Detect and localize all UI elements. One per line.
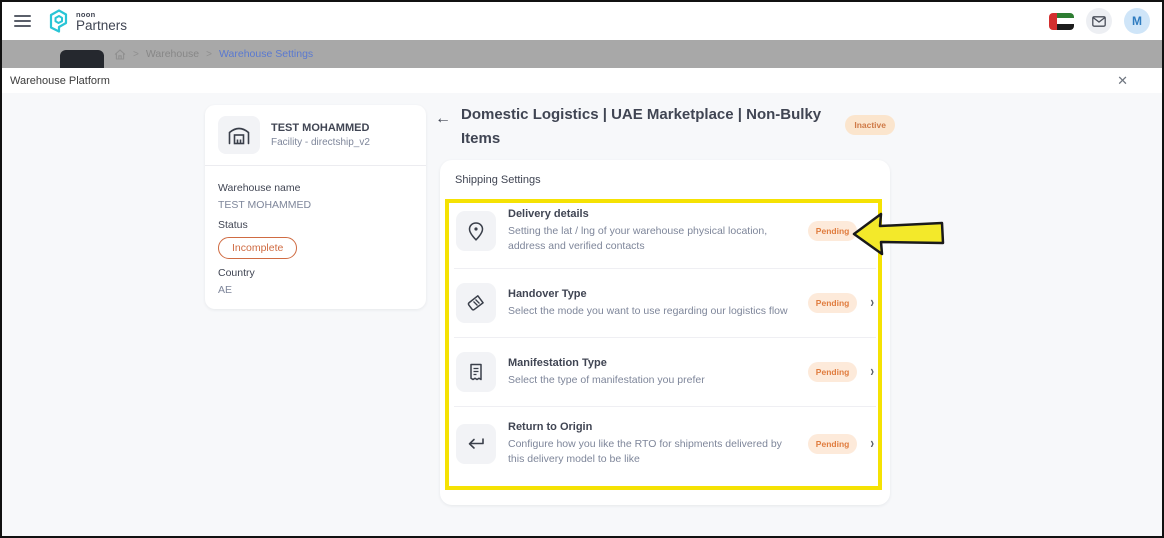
home-icon[interactable] xyxy=(114,49,126,60)
setting-description: Configure how you like the RTO for shipm… xyxy=(508,437,796,467)
top-header: noon Partners M xyxy=(2,2,1162,40)
setting-row-handover-type[interactable]: Handover Type Select the mode you want t… xyxy=(454,271,876,335)
row-divider xyxy=(454,406,876,407)
modal-title: Warehouse Platform xyxy=(10,75,110,87)
page-title: Domestic Logistics | UAE Marketplace | N… xyxy=(461,103,841,151)
setting-row-delivery-details[interactable]: Delivery details Setting the lat / lng o… xyxy=(454,196,876,266)
breadcrumb-item-warehouse-settings[interactable]: Warehouse Settings xyxy=(219,48,313,60)
setting-title: Delivery details xyxy=(508,208,796,220)
warehouse-name-heading: TEST MOHAMMED xyxy=(271,122,370,134)
country-value: AE xyxy=(218,284,413,296)
setting-title: Return to Origin xyxy=(508,421,796,433)
row-divider xyxy=(454,268,876,269)
pending-badge: Pending xyxy=(808,293,858,313)
return-arrow-icon xyxy=(467,437,485,451)
logo-word-partners: Partners xyxy=(76,19,127,32)
breadcrumb-item-warehouse[interactable]: Warehouse xyxy=(146,48,199,60)
shipping-settings-card: Shipping Settings Delivery details Setti… xyxy=(440,160,890,505)
warehouse-icon xyxy=(228,126,250,145)
tag-icon xyxy=(467,294,485,312)
warehouse-summary-card: TEST MOHAMMED Facility - directship_v2 W… xyxy=(205,105,426,309)
breadcrumb: > Warehouse > Warehouse Settings xyxy=(114,40,313,68)
pending-badge: Pending xyxy=(808,221,858,241)
setting-description: Setting the lat / lng of your warehouse … xyxy=(508,224,796,254)
chevron-right-icon[interactable]: › xyxy=(870,223,874,240)
setting-description: Select the mode you want to use regardin… xyxy=(508,304,796,319)
panel-header: ← Domestic Logistics | UAE Marketplace |… xyxy=(435,103,895,151)
breadcrumb-separator: > xyxy=(206,49,212,60)
setting-row-manifestation-type[interactable]: Manifestation Type Select the type of ma… xyxy=(454,340,876,404)
noon-logo-icon xyxy=(47,9,69,33)
modal-title-bar: Warehouse Platform ✕ xyxy=(2,68,1162,93)
facility-subtitle: Facility - directship_v2 xyxy=(271,137,370,148)
setting-title: Handover Type xyxy=(508,288,796,300)
warehouse-name-label: Warehouse name xyxy=(218,182,413,194)
icon-box xyxy=(456,283,496,323)
noon-partners-logo[interactable]: noon Partners xyxy=(47,9,127,33)
shipping-settings-heading: Shipping Settings xyxy=(455,174,876,186)
inactive-badge: Inactive xyxy=(845,115,895,135)
icon-box xyxy=(456,424,496,464)
setting-row-return-to-origin[interactable]: Return to Origin Configure how you like … xyxy=(454,409,876,479)
close-icon[interactable]: ✕ xyxy=(1117,74,1128,87)
user-avatar[interactable]: M xyxy=(1124,8,1150,34)
breadcrumb-bar: > Warehouse > Warehouse Settings xyxy=(2,40,1162,68)
chevron-right-icon[interactable]: › xyxy=(870,436,874,453)
warehouse-platform-screen: noon Partners M > Wareh xyxy=(0,0,1164,538)
uae-flag-icon[interactable] xyxy=(1049,13,1074,30)
country-label: Country xyxy=(218,267,413,279)
location-pin-icon xyxy=(468,222,484,241)
row-divider xyxy=(454,337,876,338)
sidebar-logo-remnant xyxy=(60,50,104,68)
status-label: Status xyxy=(218,219,413,231)
breadcrumb-separator: > xyxy=(133,49,139,60)
warehouse-name-value: TEST MOHAMMED xyxy=(218,199,413,211)
hamburger-menu-icon[interactable] xyxy=(14,15,31,27)
status-badge: Incomplete xyxy=(218,237,297,259)
pending-badge: Pending xyxy=(808,434,858,454)
chevron-right-icon[interactable]: › xyxy=(870,295,874,312)
receipt-icon xyxy=(468,363,484,381)
mail-button[interactable] xyxy=(1086,8,1112,34)
chevron-right-icon[interactable]: › xyxy=(870,364,874,381)
pending-badge: Pending xyxy=(808,362,858,382)
icon-box xyxy=(456,211,496,251)
setting-description: Select the type of manifestation you pre… xyxy=(508,373,796,388)
mail-icon xyxy=(1092,16,1106,27)
setting-title: Manifestation Type xyxy=(508,357,796,369)
back-arrow-icon[interactable]: ← xyxy=(435,111,451,151)
modal-content: TEST MOHAMMED Facility - directship_v2 W… xyxy=(2,93,1162,536)
warehouse-icon-box xyxy=(218,116,260,154)
icon-box xyxy=(456,352,496,392)
